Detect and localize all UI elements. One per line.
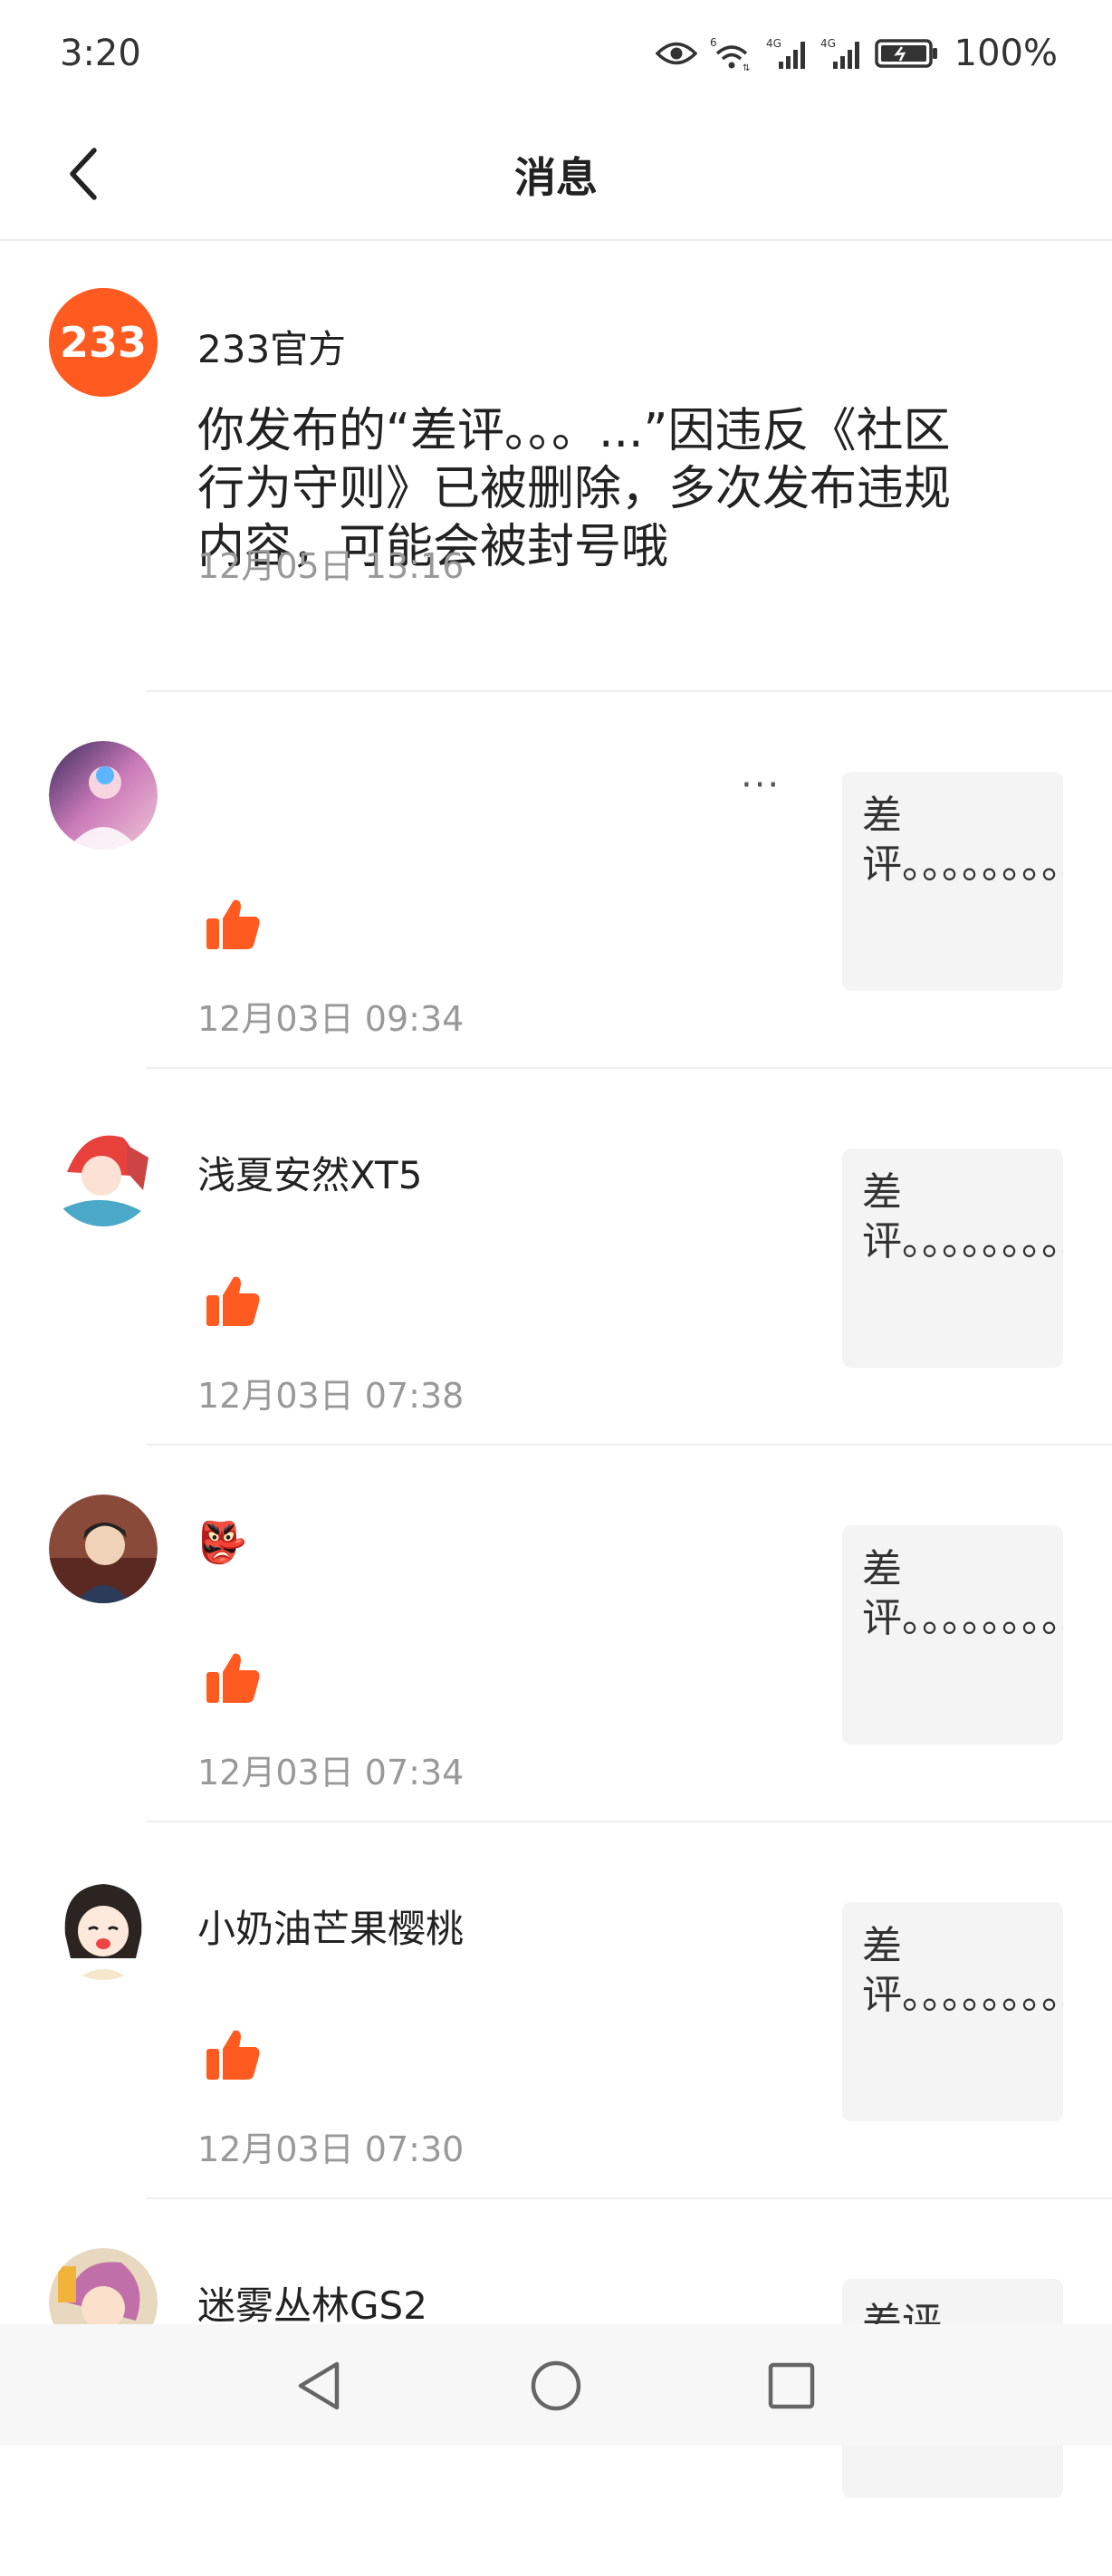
status-bar: 3:20 6 ⇅ 4G 4G 100% — [0, 0, 1112, 109]
quoted-post[interactable]: 差评。。。。。。。。。… — [842, 1149, 1063, 1368]
message-time: 12月03日 07:34 — [197, 1753, 465, 1793]
svg-text:6: 6 — [710, 36, 717, 49]
recents-square-icon — [768, 2362, 815, 2409]
message-time: 12月03日 09:34 — [197, 999, 465, 1039]
battery-percent: 100% — [954, 33, 1058, 74]
message-time: 12月03日 07:30 — [197, 2129, 465, 2169]
nav-back-button[interactable] — [283, 2350, 355, 2422]
message-time: 12月03日 07:38 — [197, 1376, 465, 1416]
page-title: 消息 — [514, 153, 598, 202]
back-triangle-icon — [298, 2361, 340, 2410]
sender-name: 迷雾丛林GS2 — [197, 2283, 427, 2328]
message-item-official[interactable]: 233 233官方 你发布的“差评。。。...”因违反《社区行为守则》已被删除，… — [0, 239, 1112, 692]
message-item-like[interactable]: ··· 12月03日 09:34 差评。。。。。。。。。… — [0, 692, 1112, 1069]
avatar[interactable] — [49, 741, 158, 850]
message-item-like[interactable]: 👺 12月03日 07:34 差评。。。。。。。。。… — [0, 1446, 1112, 1822]
home-circle-icon — [531, 2360, 581, 2411]
battery-icon — [874, 39, 937, 68]
quoted-post[interactable]: 差评。。。。。。。。。… — [842, 1525, 1063, 1745]
svg-text:4G: 4G — [766, 37, 781, 50]
signal-4g-icon: 4G — [766, 37, 805, 69]
quoted-post[interactable]: 差评。。。。。。。。。… — [842, 772, 1063, 991]
signal-4g-icon: 4G — [820, 37, 859, 69]
nav-home-button[interactable] — [520, 2350, 592, 2422]
nav-recents-button[interactable] — [755, 2350, 828, 2422]
message-list[interactable]: 233 233官方 你发布的“差评。。。...”因违反《社区行为守则》已被删除，… — [0, 239, 1112, 2576]
thumb-up-icon — [206, 1653, 260, 1703]
status-icons: 6 ⇅ 4G 4G 100% — [655, 33, 1058, 74]
sender-name: 小奶油芒果樱桃 — [197, 1907, 465, 1951]
thumb-up-icon — [206, 899, 260, 949]
page-header: 消息 — [0, 109, 1112, 241]
svg-text:4G: 4G — [820, 37, 836, 50]
wifi-icon: 6 ⇅ — [710, 36, 750, 72]
status-time: 3:20 — [60, 33, 141, 74]
thumb-up-icon — [206, 2030, 260, 2080]
avatar[interactable] — [49, 1495, 158, 1603]
avatar[interactable] — [49, 1118, 158, 1226]
svg-text:⇅: ⇅ — [743, 63, 750, 72]
eye-icon — [655, 42, 697, 65]
message-time: 12月05日 13:16 — [197, 546, 465, 586]
message-item-like[interactable]: 浅夏安然XT5 12月03日 07:38 差评。。。。。。。。。… — [0, 1069, 1112, 1446]
sender-name: 233官方 — [197, 327, 347, 371]
message-item-like[interactable]: 小奶油芒果樱桃 12月03日 07:30 差评。。。。。。。。。… — [0, 1822, 1112, 2199]
avatar[interactable] — [49, 1871, 158, 1980]
sender-name: 浅夏安然XT5 — [197, 1153, 423, 1197]
avatar-official[interactable]: 233 — [49, 288, 158, 397]
system-nav-bar — [0, 2324, 1112, 2446]
more-text: ··· — [741, 764, 781, 806]
sender-name: 👺 — [197, 1520, 247, 1566]
thumb-up-icon — [206, 1276, 260, 1326]
avatar-official-text: 233 — [60, 318, 147, 367]
quoted-post[interactable]: 差评。。。。。。。。。… — [842, 1902, 1063, 2121]
